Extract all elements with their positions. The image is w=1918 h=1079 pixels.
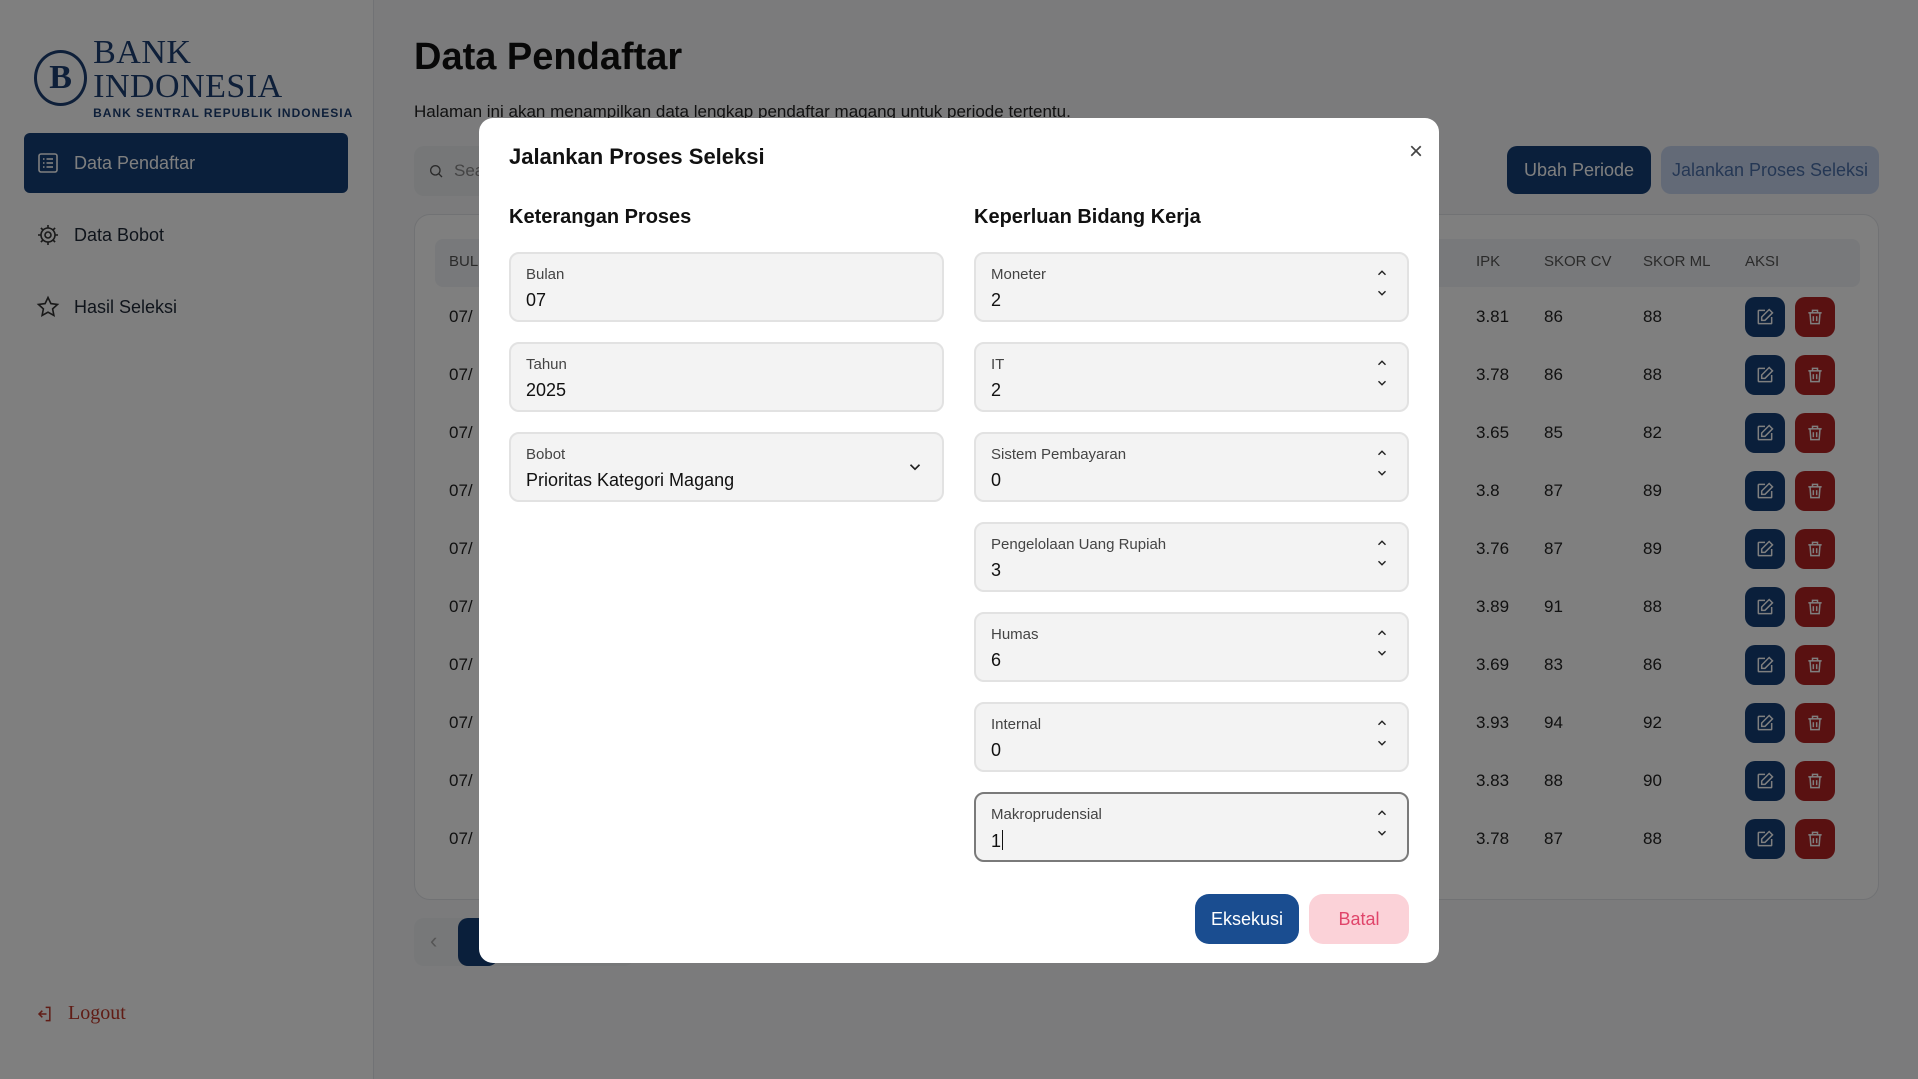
field-value: 1 — [991, 830, 1004, 851]
number-stepper — [1375, 356, 1389, 390]
field-label: Makroprudensial — [991, 806, 1102, 823]
field-value: 2 — [991, 380, 1002, 400]
number-stepper — [1375, 626, 1389, 660]
chevron-down-icon[interactable] — [1375, 826, 1389, 840]
field-label: Internal — [991, 716, 1042, 733]
field-value: 2 — [991, 290, 1002, 310]
field-label: Bulan — [526, 266, 565, 283]
number-stepper — [1375, 716, 1389, 750]
field-value: 0 — [991, 740, 1002, 760]
internal-number-input[interactable]: Internal 0 — [974, 702, 1409, 772]
field-label: Bobot — [526, 446, 566, 463]
moneter-number-input[interactable]: Moneter 2 — [974, 252, 1409, 322]
tahun-field[interactable]: Tahun 2025 — [509, 342, 944, 412]
jalankan-proses-seleksi-dialog: Jalankan Proses Seleksi × Keterangan Pro… — [479, 118, 1439, 963]
number-stepper — [1375, 266, 1389, 300]
chevron-down-icon[interactable] — [1375, 466, 1389, 480]
chevron-up-icon[interactable] — [1375, 536, 1389, 550]
chevron-down-icon[interactable] — [1375, 286, 1389, 300]
close-icon[interactable]: × — [1404, 138, 1428, 165]
number-stepper — [1375, 536, 1389, 570]
sistem-pembayaran-number-input[interactable]: Sistem Pembayaran 0 — [974, 432, 1409, 502]
chevron-down-icon — [909, 464, 921, 471]
bobot-select[interactable]: Bobot Prioritas Kategori Magang — [509, 432, 944, 502]
chevron-up-icon[interactable] — [1375, 716, 1389, 730]
field-value: 07 — [526, 290, 547, 310]
field-value: Prioritas Kategori Magang — [526, 470, 735, 490]
chevron-down-icon[interactable] — [1375, 556, 1389, 570]
modal-title: Jalankan Proses Seleksi — [509, 144, 765, 169]
field-label: Sistem Pembayaran — [991, 446, 1127, 463]
chevron-up-icon[interactable] — [1375, 266, 1389, 280]
bulan-field[interactable]: Bulan 07 — [509, 252, 944, 322]
pengelolaan-uang-rupiah-number-input[interactable]: Pengelolaan Uang Rupiah 3 — [974, 522, 1409, 592]
number-stepper — [1375, 806, 1389, 840]
chevron-up-icon[interactable] — [1375, 446, 1389, 460]
field-value: 3 — [991, 560, 1002, 580]
field-label: Tahun — [526, 356, 567, 373]
humas-number-input[interactable]: Humas 6 — [974, 612, 1409, 682]
makroprudensial-number-input[interactable]: Makroprudensial 1 — [974, 792, 1409, 862]
number-stepper — [1375, 446, 1389, 480]
chevron-up-icon[interactable] — [1375, 356, 1389, 370]
field-label: Humas — [991, 626, 1039, 643]
field-value: 6 — [991, 650, 1002, 670]
field-value: 2025 — [526, 380, 567, 400]
chevron-up-icon[interactable] — [1375, 806, 1389, 820]
chevron-down-icon[interactable] — [1375, 376, 1389, 390]
field-value: 0 — [991, 470, 1002, 490]
it-number-input[interactable]: IT 2 — [974, 342, 1409, 412]
chevron-up-icon[interactable] — [1375, 626, 1389, 640]
chevron-down-icon[interactable] — [1375, 736, 1389, 750]
field-label: Moneter — [991, 266, 1047, 283]
keperluan-bidang-kerja-title: Keperluan Bidang Kerja — [974, 206, 1201, 228]
batal-button[interactable]: Batal — [1309, 894, 1409, 944]
chevron-down-icon[interactable] — [1375, 646, 1389, 660]
keterangan-proses-title: Keterangan Proses — [509, 206, 692, 228]
eksekusi-button[interactable]: Eksekusi — [1195, 894, 1299, 944]
field-label: IT — [991, 356, 1005, 373]
field-label: Pengelolaan Uang Rupiah — [991, 536, 1167, 553]
